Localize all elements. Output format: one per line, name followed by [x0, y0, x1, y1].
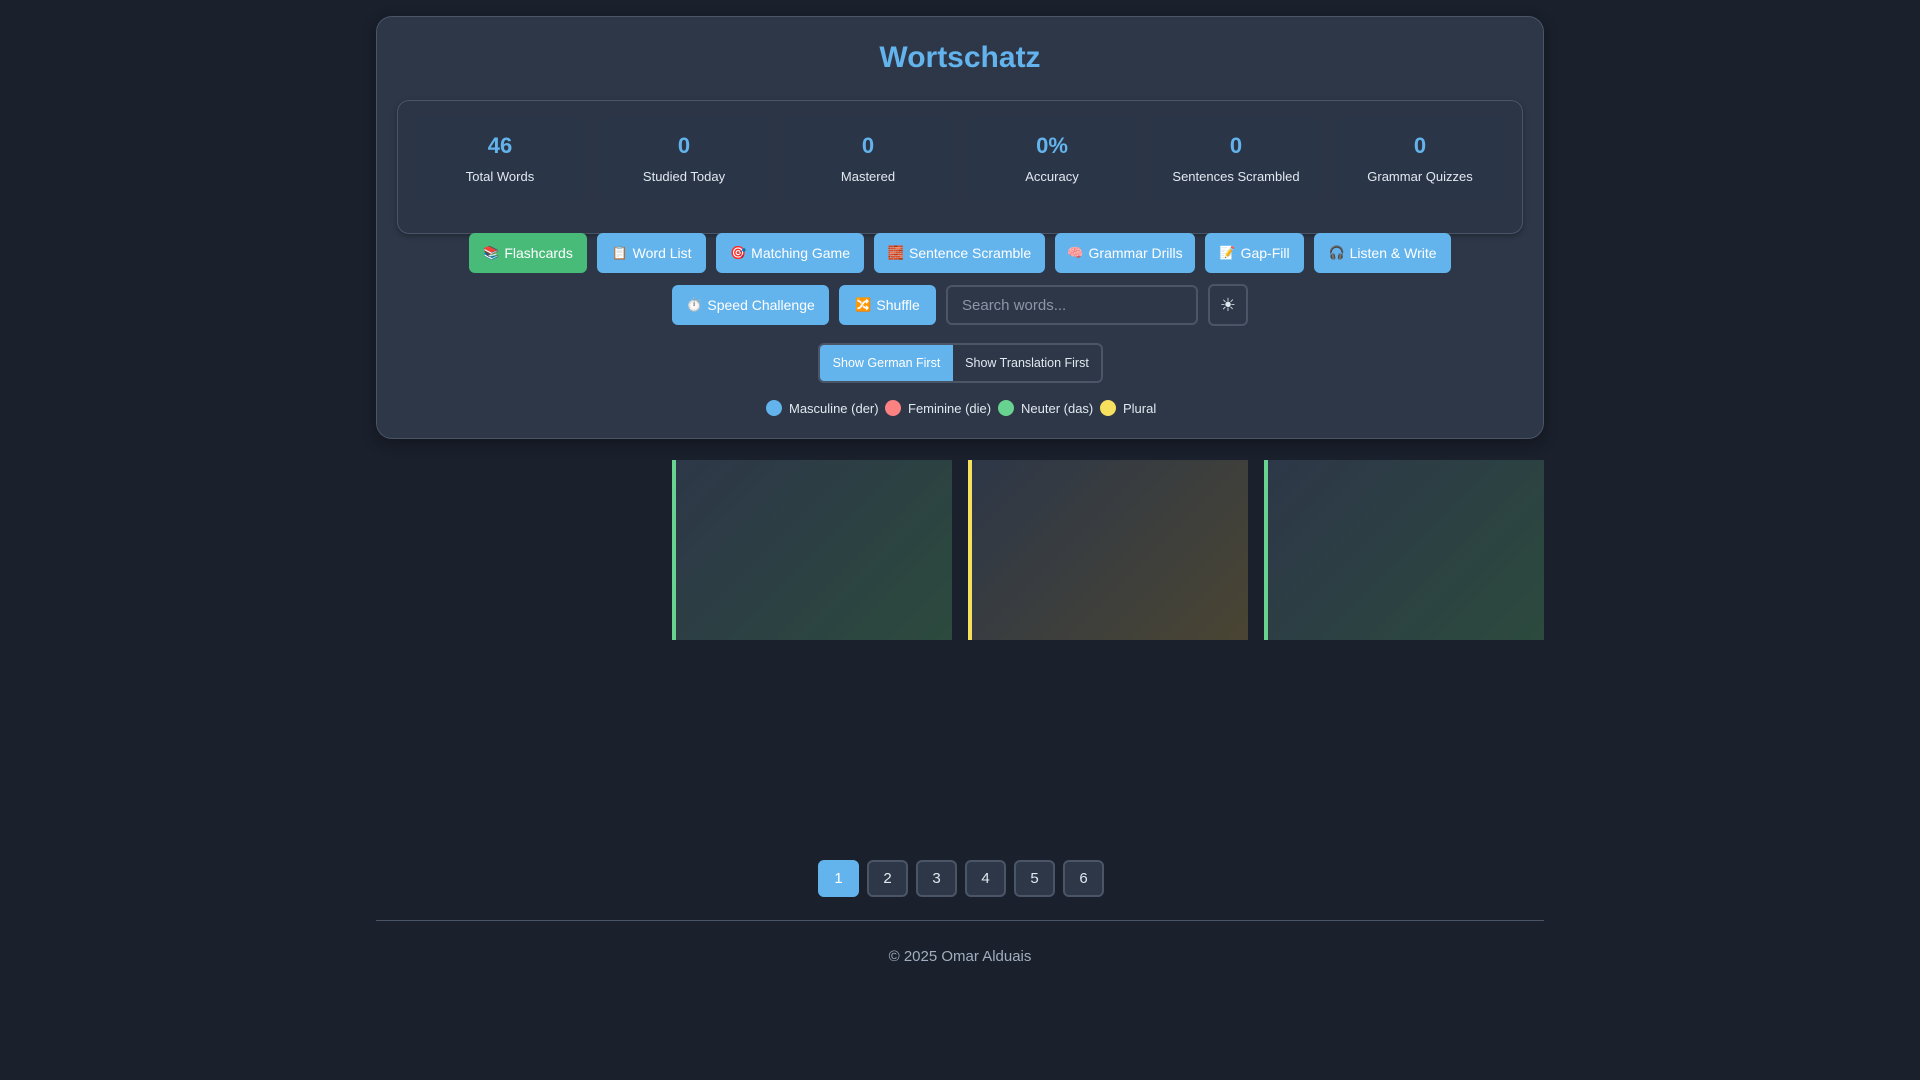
stat-mastered: 0 Mastered: [782, 117, 954, 200]
matching-game-button[interactable]: 🎯 Matching Game: [716, 233, 864, 273]
legend-label: Feminine (die): [908, 400, 992, 416]
legend-label: Plural: [1123, 400, 1157, 416]
stat-value: 46: [487, 133, 513, 158]
page-button-6[interactable]: 6: [1063, 860, 1104, 897]
page-button-2[interactable]: 2: [867, 860, 908, 897]
page-button-5[interactable]: 5: [1014, 860, 1055, 897]
stat-label: Sentences Scrambled: [1172, 169, 1300, 184]
page-button-1[interactable]: 1: [818, 860, 859, 897]
flashcard[interactable]: [672, 460, 952, 640]
page-button-3[interactable]: 3: [916, 860, 957, 897]
gap-fill-button[interactable]: 📝 Gap-Fill: [1205, 233, 1304, 273]
legend-feminine: Feminine (die): [885, 399, 991, 417]
button-label: Gap-Fill: [1240, 245, 1290, 261]
feminine-dot-icon: [885, 400, 901, 416]
page-title: Wortschatz: [879, 41, 1041, 74]
stat-studied-today: 0 Studied Today: [598, 117, 770, 200]
stat-label: Accuracy: [1025, 169, 1079, 184]
footer-divider: [376, 920, 1544, 921]
stat-value: 0: [1229, 133, 1243, 158]
speed-challenge-button[interactable]: ⏱️ Speed Challenge: [672, 285, 829, 325]
page-button-4[interactable]: 4: [965, 860, 1006, 897]
stats-panel: 46 Total Words 0 Studied Today 0 Mastere…: [397, 100, 1523, 234]
stat-accuracy: 0% Accuracy: [966, 117, 1138, 200]
sun-icon: ☀: [1219, 294, 1237, 315]
grammar-drills-button[interactable]: 🧠 Grammar Drills: [1055, 233, 1195, 273]
plural-dot-icon: [1100, 400, 1116, 416]
word-list-button[interactable]: 📋 Word List: [597, 233, 706, 273]
stat-value: 0%: [1036, 133, 1068, 158]
headphones-icon: 🎧: [1328, 245, 1345, 260]
button-label: Matching Game: [751, 245, 850, 261]
stat-sentences-scrambled: 0 Sentences Scrambled: [1150, 117, 1322, 200]
masculine-dot-icon: [766, 400, 782, 416]
stat-value: 0: [677, 133, 691, 158]
stat-value: 0: [1413, 133, 1427, 158]
button-label: Grammar Drills: [1088, 245, 1183, 261]
clipboard-icon: 📋: [611, 245, 628, 260]
listen-write-button[interactable]: 🎧 Listen & Write: [1314, 233, 1451, 273]
legend-plural: Plural: [1100, 399, 1156, 417]
show-german-first-option[interactable]: Show German First: [820, 345, 953, 381]
neuter-dot-icon: [998, 400, 1014, 416]
shuffle-button[interactable]: 🔀 Shuffle: [839, 285, 936, 325]
memo-icon: 📝: [1219, 245, 1236, 260]
legend-label: Masculine (der): [789, 400, 879, 416]
stat-value: 0: [861, 133, 875, 158]
stat-label: Grammar Quizzes: [1367, 169, 1473, 184]
target-icon: 🎯: [729, 245, 747, 260]
brain-icon: 🧠: [1067, 245, 1084, 260]
sentence-scramble-button[interactable]: 🧱 Sentence Scramble: [874, 233, 1045, 273]
stat-label: Total Words: [465, 169, 535, 184]
footer-copyright: © 2025 Omar Alduais: [888, 948, 1032, 965]
legend-label: Neuter (das): [1021, 400, 1094, 416]
flashcard[interactable]: [968, 460, 1248, 640]
search-input[interactable]: [946, 285, 1198, 325]
flashcard[interactable]: [1264, 460, 1544, 640]
button-label: Shuffle: [876, 297, 920, 313]
button-label: Listen & Write: [1349, 245, 1437, 261]
show-translation-first-option[interactable]: Show Translation First: [953, 345, 1101, 381]
shuffle-icon: 🔀: [855, 297, 872, 312]
legend-masculine: Masculine (der): [766, 399, 879, 417]
stat-total-words: 46 Total Words: [414, 117, 586, 200]
button-label: Flashcards: [504, 245, 573, 261]
button-label: Speed Challenge: [707, 297, 815, 313]
button-label: Word List: [632, 245, 692, 261]
stat-grammar-quizzes: 0 Grammar Quizzes: [1334, 117, 1506, 200]
bricks-icon: 🧱: [887, 245, 904, 260]
books-icon: 📚: [483, 245, 500, 260]
theme-toggle-button[interactable]: ☀: [1208, 284, 1248, 326]
stat-label: Studied Today: [642, 169, 726, 184]
legend-neuter: Neuter (das): [998, 399, 1093, 417]
stat-label: Mastered: [840, 169, 896, 184]
flashcards-button[interactable]: 📚 Flashcards: [469, 233, 587, 273]
stopwatch-icon: ⏱️: [686, 297, 703, 312]
display-order-toggle: Show German First Show Translation First: [818, 343, 1103, 383]
button-label: Sentence Scramble: [909, 245, 1032, 261]
